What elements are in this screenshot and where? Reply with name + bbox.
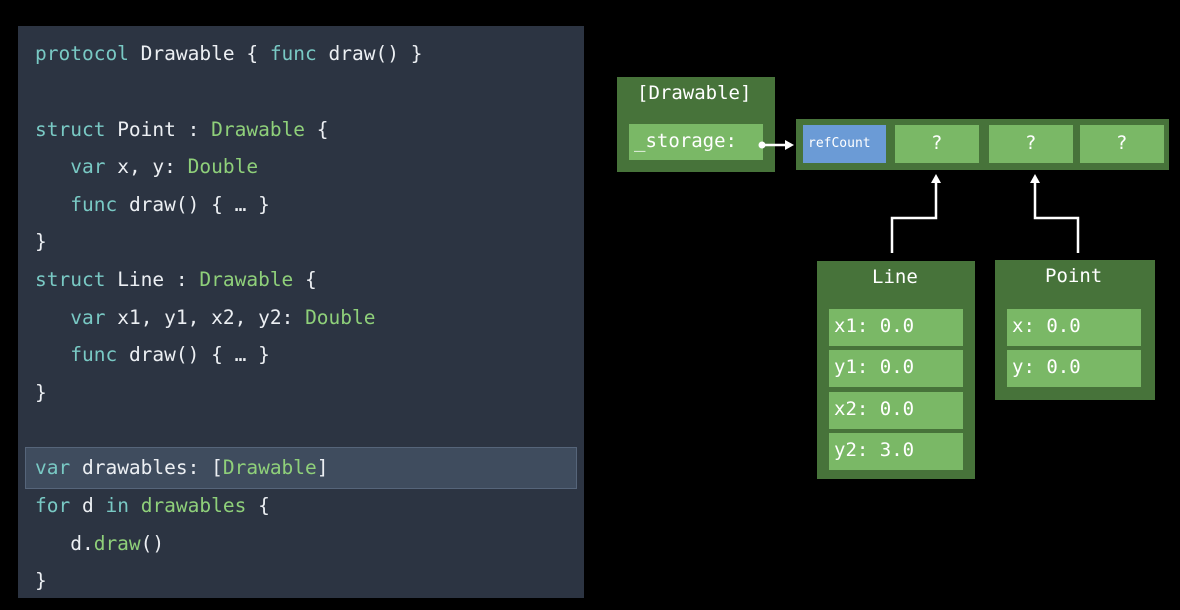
code-token-plain: Point : [105,118,212,141]
line-struct-title: Line [872,266,918,288]
code-token-plain: { [246,494,270,517]
code-token-plain: ] [316,456,329,479]
code-line: } [35,230,47,254]
code-token-keyword: var [70,155,106,178]
code-token-keyword: var [35,456,71,479]
code-token-plain: draw() } [316,42,423,65]
code-line: } [35,381,47,405]
point-struct-title: Point [1045,265,1103,287]
code-token-type: Drawable [211,118,306,141]
code-token-plain: Line : [105,268,200,291]
storage-cell-3: ? [1080,125,1164,163]
refcount-label: refCount [808,136,871,151]
code-token-type: Double [187,155,259,178]
point-field-x-label: x: 0.0 [1012,315,1081,337]
code-token-plain: } [35,230,47,253]
storage-field-label: _storage: [634,130,737,152]
refcount-cell: refCount [803,125,886,163]
code-line: struct Point : Drawable { [35,118,329,142]
code-token-keyword: struct [35,268,106,291]
code-line: func draw() { … } [35,343,270,367]
code-token-plain: } [35,381,47,404]
code-token-keyword: in [105,494,129,517]
code-line: for d in drawables { [35,494,270,518]
code-panel: protocol Drawable { func draw() } struct … [18,26,584,598]
line-field-y2-label: y2: 3.0 [834,439,915,461]
code-line: d.draw() [35,532,164,556]
line-to-storage-arrow [890,174,941,253]
code-token-plain: Drawable { [128,42,270,65]
line-struct-box: Line x1: 0.0 y1: 0.0 x2: 0.0 y2: 3.0 [817,261,975,479]
line-field-y2: y2: 3.0 [829,433,963,470]
code-token-keyword: struct [35,118,106,141]
point-struct-box: Point x: 0.0 y: 0.0 [995,260,1155,400]
line-field-x1-label: x1: 0.0 [834,315,915,337]
line-field-x2: x2: 0.0 [829,392,963,429]
code-line: protocol Drawable { func draw() } [35,42,422,66]
storage-cell-1: ? [895,125,979,163]
code-line: var x, y: Double [35,155,258,179]
drawable-array-title: [Drawable] [637,82,752,104]
line-field-x1: x1: 0.0 [829,309,963,346]
storage-cell-1-label: ? [931,132,943,154]
code-line: var drawables: [Drawable] [35,456,329,480]
code-token-plain: d [70,494,106,517]
point-field-y-label: y: 0.0 [1012,356,1081,378]
code-line: } [35,569,47,593]
code-token-keyword: func [70,193,118,216]
code-token-keyword: for [35,494,71,517]
storage-cell-2: ? [989,125,1073,163]
code-token-plain: () [140,532,165,555]
point-field-y: y: 0.0 [1007,350,1141,387]
storage-cell-3-label: ? [1116,132,1128,154]
code-line: func draw() { … } [35,193,270,217]
storage-field: _storage: [629,124,763,160]
code-token-type: Drawable [222,456,317,479]
line-field-y1: y1: 0.0 [829,350,963,387]
code-token-plain: drawables: [ [70,456,223,479]
code-token-plain: { [293,268,317,291]
storage-cell-2-label: ? [1025,132,1037,154]
code-token-type: Drawable [199,268,294,291]
line-field-y1-label: y1: 0.0 [834,356,915,378]
code-token-plain: draw() { … } [117,343,270,366]
point-field-x: x: 0.0 [1007,309,1141,346]
code-token-plain: } [35,569,47,592]
code-token-type: draw [93,532,141,555]
code-token-keyword: var [70,306,106,329]
code-token-plain: { [305,118,329,141]
code-token-keyword: func [269,42,317,65]
code-token-keyword: func [70,343,118,366]
code-line: struct Line : Drawable { [35,268,317,292]
code-token-plain: x1, y1, x2, y2: [105,306,306,329]
line-field-x2-label: x2: 0.0 [834,398,915,420]
code-token-type: drawables [140,494,247,517]
code-token-plain: d. [35,532,94,555]
code-token-keyword: protocol [35,42,129,65]
code-line: var x1, y1, x2, y2: Double [35,306,376,330]
code-token-plain: x, y: [105,155,188,178]
code-token-plain: draw() { … } [117,193,270,216]
point-to-storage-arrow [1030,174,1080,253]
code-token-type: Double [305,306,376,329]
drawable-array-box: [Drawable] _storage: [617,77,775,172]
storage-buffer: refCount ? ? ? [796,119,1169,170]
